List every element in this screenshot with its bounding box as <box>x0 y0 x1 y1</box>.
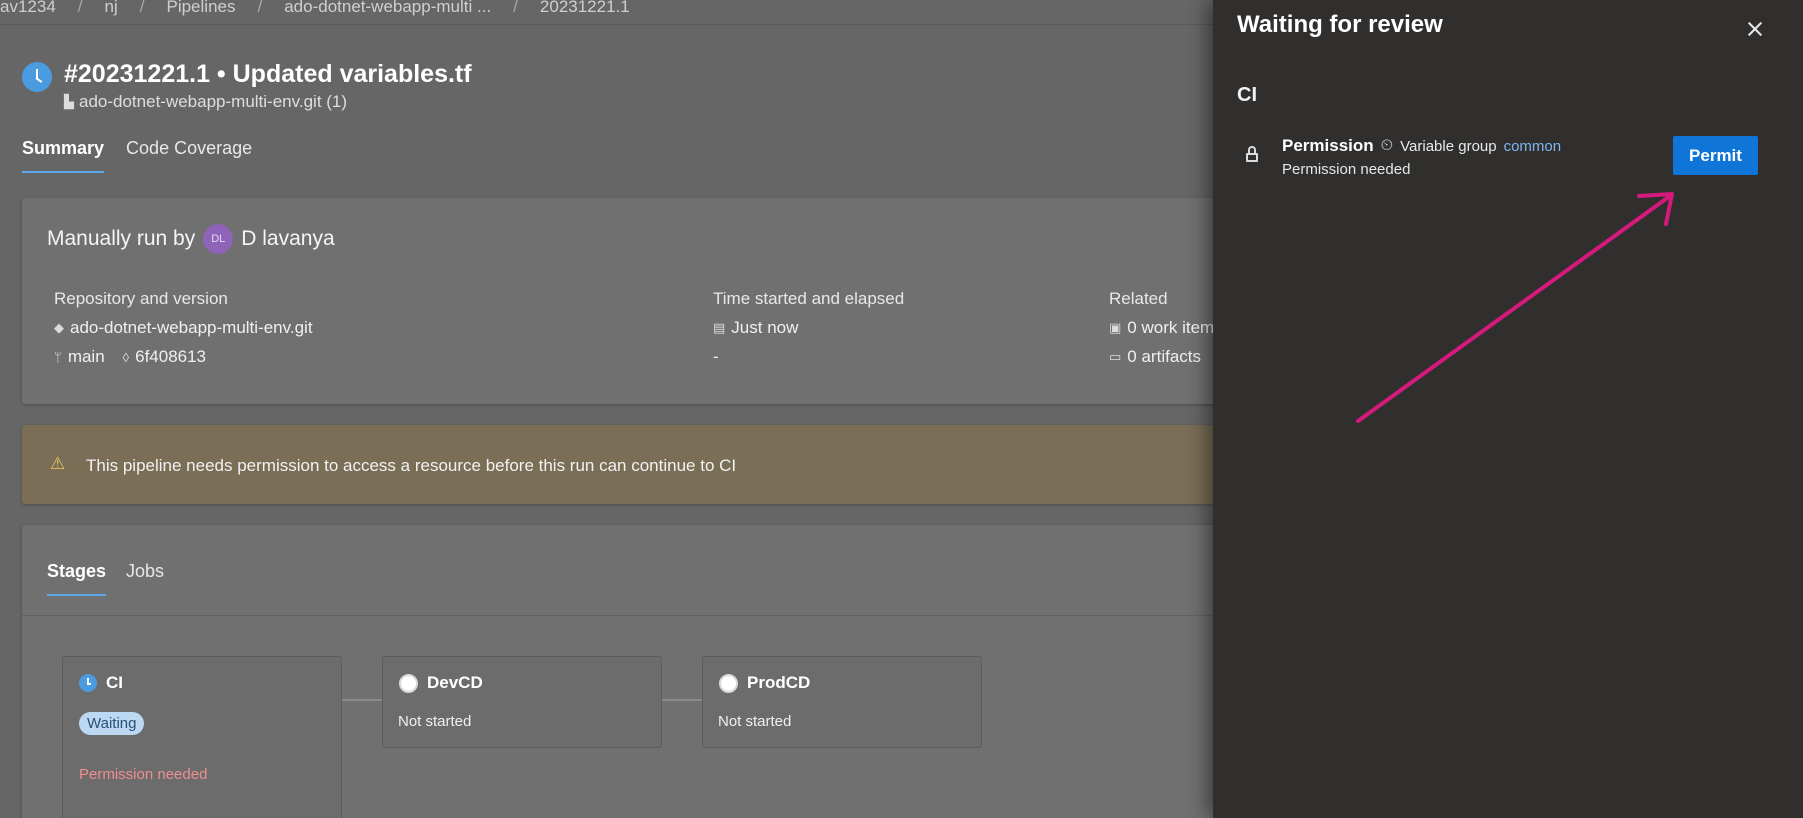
time-started-row: ▤ Just now <box>713 318 904 338</box>
avatar[interactable]: DL <box>203 224 234 254</box>
stage-status: Not started <box>718 713 792 730</box>
run-tabs: Summary Code Coverage <box>22 138 252 173</box>
stage-connector <box>342 699 382 701</box>
repository-header: Repository and version <box>54 289 228 308</box>
stages-card: Stages Jobs CI Waiting Permission needed… <box>22 525 1222 818</box>
artifacts-row[interactable]: ▭ 0 artifacts <box>1109 347 1223 367</box>
permission-warning-banner: ⚠ This pipeline needs permission to acce… <box>22 425 1222 504</box>
stage-status: Not started <box>398 713 472 730</box>
warning-text: This pipeline needs permission to access… <box>86 456 737 475</box>
permission-label: Permission <box>1282 136 1374 155</box>
repository-row[interactable]: ◆ ado-dotnet-webapp-multi-env.git <box>54 318 313 338</box>
tab-code-coverage[interactable]: Code Coverage <box>126 138 252 173</box>
related-header: Related <box>1109 289 1168 308</box>
tab-jobs[interactable]: Jobs <box>126 561 164 596</box>
resource-link[interactable]: common <box>1504 138 1562 155</box>
work-items-count: 0 work items <box>1127 318 1223 337</box>
time-column: Time started and elapsed ▤ Just now - <box>713 289 904 376</box>
time-header: Time started and elapsed <box>713 289 905 308</box>
run-title: #20231221.1 • Updated variables.tf <box>64 60 472 88</box>
stage-connector <box>662 699 702 701</box>
tab-summary[interactable]: Summary <box>22 138 105 173</box>
lock-icon <box>1246 146 1258 162</box>
breadcrumb-item-org[interactable]: av1234 <box>0 0 56 17</box>
panel-title: Waiting for review <box>1237 11 1443 38</box>
breadcrumb-separator: / <box>77 0 83 16</box>
run-header: #20231221.1 • Updated variables.tf ▙ ado… <box>22 58 472 112</box>
calendar-icon: ▤ <box>713 320 726 335</box>
stage-title: CI <box>79 673 123 693</box>
elapsed-row: - <box>713 347 904 367</box>
work-item-icon: ▣ <box>1109 320 1122 335</box>
clock-icon <box>79 674 97 692</box>
breadcrumb: av1234 / nj / Pipelines / ado-dotnet-web… <box>0 0 1220 25</box>
branch-name[interactable]: main <box>68 347 105 367</box>
stage-devcd[interactable]: DevCD Not started <box>382 656 662 748</box>
clock-icon <box>22 62 52 92</box>
commit-id[interactable]: 6f408613 <box>135 347 206 367</box>
permit-button[interactable]: Permit <box>1673 136 1758 175</box>
stage-name: CI <box>106 673 123 692</box>
approval-icon: ⏲ <box>1380 137 1394 154</box>
repo-icon: ▙ <box>64 94 74 109</box>
stage-tabs: Stages Jobs <box>47 561 164 596</box>
permission-row: Permission ⏲ Variable group common <box>1282 136 1561 156</box>
not-started-icon <box>399 673 418 693</box>
breadcrumb-item-project[interactable]: nj <box>105 0 118 17</box>
divider <box>22 615 1222 616</box>
repository-name: ado-dotnet-webapp-multi-env.git <box>70 318 313 337</box>
elapsed-time: - <box>713 347 719 366</box>
warning-icon: ⚠ <box>50 454 66 473</box>
stage-name: DevCD <box>427 673 483 692</box>
stage-note: Permission needed <box>79 766 208 783</box>
manual-run-info: Manually run by DL D lavanya <box>47 224 335 254</box>
status-badge: Waiting <box>79 712 145 735</box>
permission-status: Permission needed <box>1282 161 1411 178</box>
run-summary-card: Manually run by DL D lavanya Repository … <box>22 198 1223 404</box>
breadcrumb-item-run[interactable]: 20231221.1 <box>540 0 630 17</box>
stage-name: ProdCD <box>747 673 811 692</box>
resource-type: Variable group <box>1400 137 1497 155</box>
run-user[interactable]: D lavanya <box>241 227 334 251</box>
commit-icon: ◊ <box>122 349 130 365</box>
artifacts-count: 0 artifacts <box>1127 347 1201 366</box>
breadcrumb-separator: / <box>257 0 263 16</box>
artifact-icon: ▭ <box>1109 349 1122 364</box>
manual-run-label: Manually run by <box>47 227 196 250</box>
related-column: Related ▣ 0 work items ▭ 0 artifacts <box>1109 289 1223 376</box>
branch-icon: ᛘ <box>54 349 62 365</box>
stage-prodcd[interactable]: ProdCD Not started <box>702 656 982 748</box>
breadcrumb-separator: / <box>513 0 518 16</box>
stage-title: DevCD <box>399 673 483 693</box>
not-started-icon <box>719 673 738 693</box>
stage-title: ProdCD <box>719 673 810 693</box>
run-repo-label: ado-dotnet-webapp-multi-env.git (1) <box>79 92 348 111</box>
work-items-row[interactable]: ▣ 0 work items <box>1109 318 1223 338</box>
close-icon[interactable] <box>1743 17 1767 41</box>
git-icon: ◆ <box>54 320 64 335</box>
time-started: Just now <box>731 318 799 337</box>
breadcrumb-separator: / <box>139 0 145 16</box>
breadcrumb-item-pipeline[interactable]: ado-dotnet-webapp-multi ... <box>284 0 491 17</box>
repository-column: Repository and version ◆ ado-dotnet-weba… <box>54 289 313 376</box>
breadcrumb-item-pipelines[interactable]: Pipelines <box>166 0 235 17</box>
review-panel: Waiting for review CI Permission ⏲ Varia… <box>1213 0 1803 818</box>
version-row: ᛘ main ◊ 6f408613 <box>54 347 313 367</box>
stage-ci[interactable]: CI Waiting Permission needed <box>62 656 342 818</box>
run-repo[interactable]: ▙ ado-dotnet-webapp-multi-env.git (1) <box>64 92 472 112</box>
stage-section-title: CI <box>1237 84 1257 106</box>
tab-stages[interactable]: Stages <box>47 561 107 596</box>
